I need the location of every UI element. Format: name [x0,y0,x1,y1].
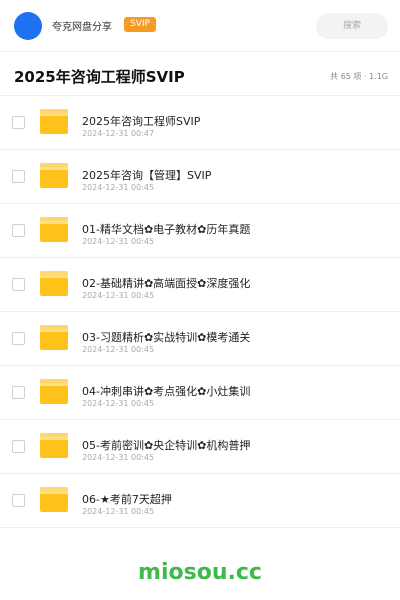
brand-name: 夸克网盘分享 [52,22,112,33]
item-checkbox[interactable] [12,386,25,399]
folder-icon [40,379,68,404]
share-page: 夸克网盘分享 SVIP 搜索 2025年咨询工程师SVIP 共 65 项 · 1… [0,0,400,600]
list-item[interactable]: 02-基础精讲✿高端面授✿深度强化 2024-12-31 00:45 [0,258,400,312]
file-date: 2024-12-31 00:45 [82,183,155,192]
folder-icon [40,433,68,458]
vip-badge: SVIP [124,17,156,32]
item-checkbox[interactable] [12,440,25,453]
list-item[interactable]: 01-精华文档✿电子教材✿历年真题 2024-12-31 00:45 [0,204,400,258]
file-list: 2025年咨询工程师SVIP 2024-12-31 00:47 2025年咨询【… [0,96,400,528]
file-date: 2024-12-31 00:45 [82,399,155,408]
file-name: 02-基础精讲✿高端面授✿深度强化 [82,277,251,290]
item-checkbox[interactable] [12,170,25,183]
watermark: miosou.cc [138,560,262,585]
item-checkbox[interactable] [12,278,25,291]
file-name: 06-★考前7天超押 [82,493,172,506]
file-name: 01-精华文档✿电子教材✿历年真题 [82,223,251,236]
page-title: 2025年咨询工程师SVIP [14,68,185,86]
folder-icon [40,325,68,350]
list-item[interactable]: 06-★考前7天超押 2024-12-31 00:45 [0,474,400,528]
file-name: 2025年咨询【管理】SVIP [82,169,212,182]
list-item[interactable]: 04-冲刺串讲✿考点强化✿小灶集训 2024-12-31 00:45 [0,366,400,420]
file-date: 2024-12-31 00:45 [82,237,155,246]
file-date: 2024-12-31 00:45 [82,507,155,516]
item-checkbox[interactable] [12,224,25,237]
top-bar: 夸克网盘分享 SVIP 搜索 [0,0,400,52]
file-name: 2025年咨询工程师SVIP [82,115,201,128]
list-item[interactable]: 2025年咨询【管理】SVIP 2024-12-31 00:45 [0,150,400,204]
folder-icon [40,487,68,512]
folder-icon [40,109,68,134]
file-date: 2024-12-31 00:45 [82,291,155,300]
search-button[interactable]: 搜索 [316,13,388,39]
folder-icon [40,163,68,188]
folder-icon [40,217,68,242]
item-checkbox[interactable] [12,494,25,507]
item-count-size: 共 65 项 · 1.1G [330,72,388,81]
list-item[interactable]: 03-习题精析✿实战特训✿模考通关 2024-12-31 00:45 [0,312,400,366]
item-checkbox[interactable] [12,332,25,345]
item-checkbox[interactable] [12,116,25,129]
avatar[interactable] [14,12,42,40]
file-name: 03-习题精析✿实战特训✿模考通关 [82,331,251,344]
list-item[interactable]: 2025年咨询工程师SVIP 2024-12-31 00:47 [0,96,400,150]
title-row: 2025年咨询工程师SVIP 共 65 项 · 1.1G [0,52,400,96]
list-item[interactable]: 05-考前密训✿央企特训✿机构普押 2024-12-31 00:45 [0,420,400,474]
file-name: 04-冲刺串讲✿考点强化✿小灶集训 [82,385,251,398]
file-date: 2024-12-31 00:45 [82,453,155,462]
file-name: 05-考前密训✿央企特训✿机构普押 [82,439,251,452]
file-date: 2024-12-31 00:47 [82,129,155,138]
file-date: 2024-12-31 00:45 [82,345,155,354]
folder-icon [40,271,68,296]
